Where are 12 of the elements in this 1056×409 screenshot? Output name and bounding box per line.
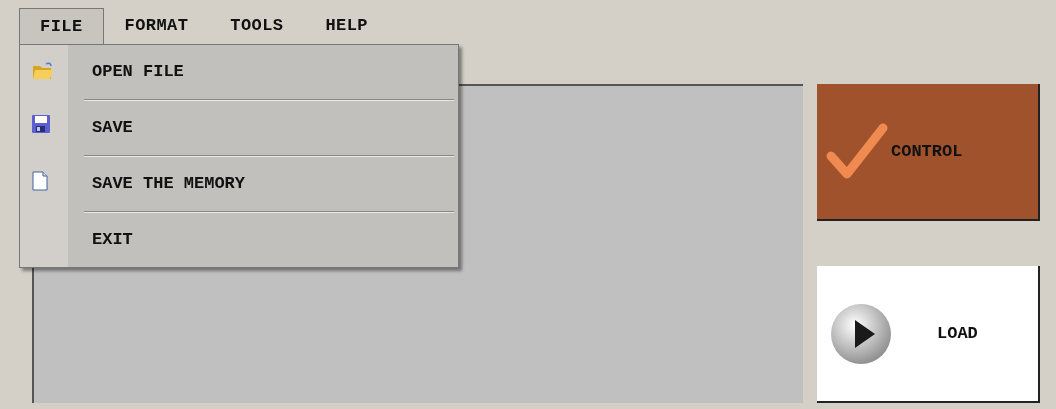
menu-entry[interactable]: OPEN FILE [68,45,458,99]
document-icon [32,171,48,191]
menu-item[interactable]: TOOLS [209,8,305,44]
folder-icon [32,61,54,81]
menu-item[interactable]: FORMAT [103,8,210,44]
load-button[interactable]: LOAD [817,266,1040,403]
menu-entry[interactable]: EXIT [68,213,458,267]
play-icon [829,301,893,366]
menu-item[interactable]: HELP [304,8,389,44]
menu-entry[interactable]: SAVE THE MEMORY [68,157,458,211]
menu-entry[interactable]: SAVE [68,101,458,155]
menu-item[interactable]: FILE [19,8,104,44]
